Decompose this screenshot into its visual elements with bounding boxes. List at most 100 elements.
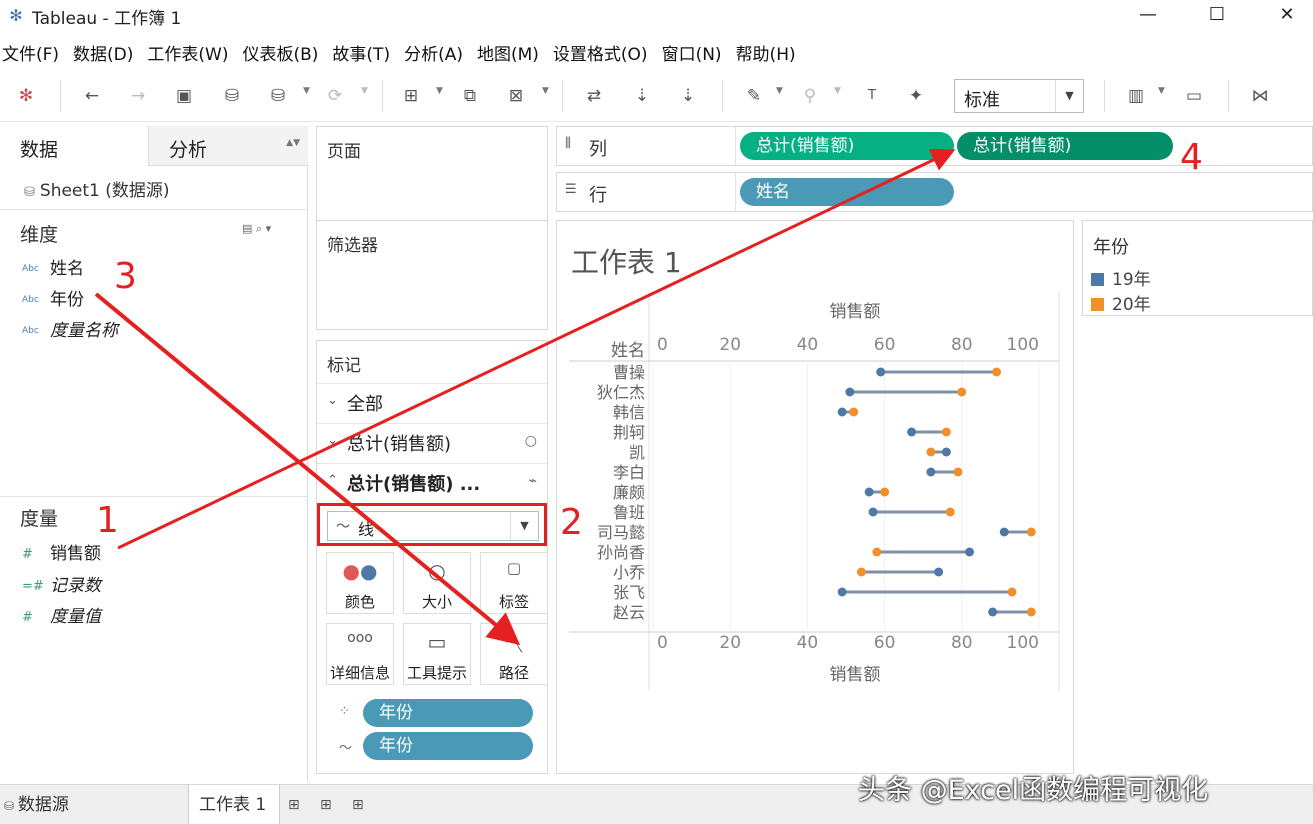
- path-year-pill[interactable]: 年份: [363, 732, 533, 760]
- group-icon[interactable]: ⚲: [798, 84, 822, 108]
- data-pane: 数据 分析 ▲▼ ⛁ Sheet1 (数据源) 维度 ▤ ⌕ ▾ Abc 姓名 Ab…: [0, 126, 308, 782]
- marks-measure2-row[interactable]: ⌃ 总计(销售额) ... ⌁: [317, 463, 547, 501]
- detail-button[interactable]: ооо 详细信息: [326, 623, 394, 685]
- chevron-down-icon[interactable]: ▼: [542, 86, 549, 96]
- highlight-icon[interactable]: ✎: [742, 84, 766, 108]
- y-category-label: 鲁班: [613, 503, 645, 522]
- datasource-item[interactable]: ⛁ Sheet1 (数据源): [24, 176, 170, 201]
- close-button[interactable]: ✕: [1264, 0, 1310, 30]
- fit-select-value: 标准: [964, 90, 1000, 111]
- marks-measure1-row[interactable]: ⌄ 总计(销售额) ○: [317, 423, 547, 461]
- x-tick-label-bottom: 40: [797, 633, 819, 653]
- data-point-19: [907, 427, 917, 437]
- toolbar: ✻ ← → ▣ ⛁ ⛁ ▼ ⟳ ▼ ⊞ ▼ ⧉ ⊠ ▼ ⇄ ⇣ ⇣ ✎ ▼ ⚲ …: [0, 70, 1313, 122]
- chevron-down-icon[interactable]: ▼: [303, 86, 310, 96]
- chevron-down-icon[interactable]: ▼: [1158, 86, 1165, 96]
- columns-pill-sales-2[interactable]: 总计(销售额): [957, 132, 1173, 160]
- menu-dashboard[interactable]: 仪表板(B): [242, 36, 318, 66]
- new-worksheet-icon[interactable]: ⊞: [288, 785, 300, 824]
- annotation-number: 2: [560, 502, 583, 543]
- redo-icon[interactable]: →: [126, 84, 150, 108]
- field-year[interactable]: Abc 年份: [22, 285, 84, 310]
- label-button[interactable]: ▢ 标签: [480, 552, 548, 614]
- field-record-count[interactable]: =# 记录数: [22, 571, 101, 596]
- y-axis-title: 姓名: [611, 341, 645, 361]
- fit-select[interactable]: 标准 ▼: [954, 79, 1084, 113]
- menu-window[interactable]: 窗口(N): [662, 36, 722, 66]
- text-label-icon: ▢: [506, 559, 522, 577]
- tab-data[interactable]: 数据: [0, 126, 148, 166]
- minimize-button[interactable]: —: [1125, 0, 1171, 30]
- filters-card[interactable]: 筛选器: [316, 220, 548, 330]
- presentation-mode-icon[interactable]: ▭: [1182, 84, 1206, 108]
- show-labels-icon[interactable]: T: [860, 84, 884, 108]
- show-me-icon[interactable]: ▥: [1124, 84, 1148, 108]
- duplicate-sheet-icon[interactable]: ⧉: [458, 84, 482, 108]
- save-icon[interactable]: ▣: [172, 84, 196, 108]
- legend-swatch: [1091, 273, 1104, 286]
- tab-analysis[interactable]: 分析 ▲▼: [148, 126, 308, 166]
- number-type-icon: #: [22, 609, 33, 625]
- tableau-home-icon[interactable]: ✻: [14, 84, 38, 108]
- field-measure-values[interactable]: # 度量值: [22, 602, 101, 627]
- new-dashboard-icon[interactable]: ⊞: [320, 785, 332, 824]
- chevron-down-icon[interactable]: ▼: [834, 86, 841, 96]
- menu-file[interactable]: 文件(F): [2, 36, 59, 66]
- field-sales[interactable]: # 销售额: [22, 539, 101, 564]
- chevron-down-icon[interactable]: ▾: [266, 222, 272, 235]
- chevron-down-icon[interactable]: ▼: [361, 86, 368, 96]
- menu-analysis[interactable]: 分析(A): [404, 36, 463, 66]
- chevron-down-icon[interactable]: ▼: [1055, 80, 1083, 112]
- share-icon[interactable]: ⋈: [1248, 84, 1272, 108]
- refresh-icon[interactable]: ⟳: [323, 84, 347, 108]
- new-story-icon[interactable]: ⊞: [352, 785, 364, 824]
- swap-rows-columns-icon[interactable]: ⇄: [582, 84, 606, 108]
- color-year-pill[interactable]: 年份: [363, 699, 533, 727]
- menu-data[interactable]: 数据(D): [73, 36, 133, 66]
- annotation-number: 4: [1180, 137, 1203, 178]
- path-button[interactable]: 〽 路径: [480, 623, 548, 685]
- rows-shelf[interactable]: ☰ 行 姓名: [556, 172, 1313, 212]
- legend-item-19[interactable]: 19年: [1091, 265, 1151, 290]
- field-name[interactable]: Abc 姓名: [22, 254, 84, 279]
- list-view-icon[interactable]: ▤: [242, 222, 252, 235]
- rows-pill-name[interactable]: 姓名: [740, 178, 954, 206]
- sort-descending-icon[interactable]: ⇣: [676, 84, 700, 108]
- tab-analysis-label: 分析: [169, 139, 208, 161]
- chevron-down-icon[interactable]: ▼: [436, 86, 443, 96]
- x-tick-label-top: 100: [1007, 335, 1039, 355]
- chevron-down-icon[interactable]: ▼: [776, 86, 783, 96]
- x-tick-label-top: 40: [797, 335, 819, 355]
- columns-pill-sales-1[interactable]: 总计(销售额): [740, 132, 954, 160]
- legend-item-20[interactable]: 20年: [1091, 290, 1151, 315]
- marks-all-row[interactable]: ⌄ 全部: [317, 383, 547, 421]
- menu-worksheet[interactable]: 工作表(W): [147, 36, 228, 66]
- maximize-button[interactable]: ☐: [1194, 0, 1240, 30]
- data-point-20: [1026, 607, 1036, 617]
- undo-icon[interactable]: ←: [80, 84, 104, 108]
- size-button[interactable]: ○ 大小: [403, 552, 471, 614]
- pause-updates-icon[interactable]: ⛁: [266, 84, 290, 108]
- annotation-box: [317, 503, 547, 546]
- field-measure-names[interactable]: Abc 度量名称: [22, 316, 118, 341]
- chevron-up-icon: ⌃: [327, 473, 338, 488]
- search-icon[interactable]: ⌕: [256, 222, 262, 235]
- pages-card[interactable]: 页面: [316, 126, 548, 230]
- menu-format[interactable]: 设置格式(O): [553, 36, 648, 66]
- new-worksheet-icon[interactable]: ⊞: [399, 84, 423, 108]
- clear-sheet-icon[interactable]: ⊠: [504, 84, 528, 108]
- new-datasource-icon[interactable]: ⛁: [220, 84, 244, 108]
- circle-mark-icon: ○: [524, 433, 537, 449]
- tooltip-button[interactable]: ▭ 工具提示: [403, 623, 471, 685]
- menu-story[interactable]: 故事(T): [332, 36, 390, 66]
- sort-ascending-icon[interactable]: ⇣: [630, 84, 654, 108]
- tooltip-bubble-icon: ▭: [427, 630, 447, 654]
- rows-icon: ☰: [565, 182, 577, 197]
- datasource-tab[interactable]: ⛁ 数据源: [4, 785, 69, 824]
- menu-help[interactable]: 帮助(H): [736, 36, 796, 66]
- sheet-tab[interactable]: 工作表 1: [188, 785, 280, 824]
- menu-map[interactable]: 地图(M): [477, 36, 539, 66]
- dimension-tools[interactable]: ▤ ⌕ ▾: [242, 222, 271, 236]
- fix-axes-icon[interactable]: ✦: [904, 84, 928, 108]
- color-button[interactable]: ●● 颜色: [326, 552, 394, 614]
